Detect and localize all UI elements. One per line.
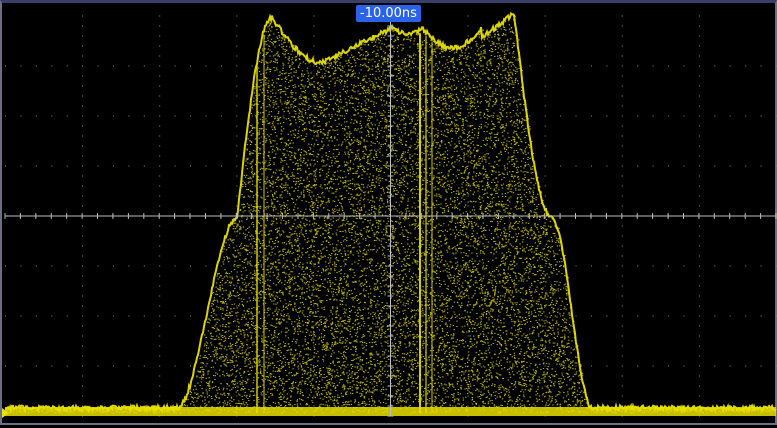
- waveform-plot: [4, 11, 777, 417]
- channel-ground-marker[interactable]: [2, 408, 9, 418]
- oscilloscope-display: -10.00ns: [0, 0, 777, 425]
- graticule-center-axes: [4, 15, 777, 417]
- trigger-time-marker[interactable]: -10.00ns: [356, 5, 421, 22]
